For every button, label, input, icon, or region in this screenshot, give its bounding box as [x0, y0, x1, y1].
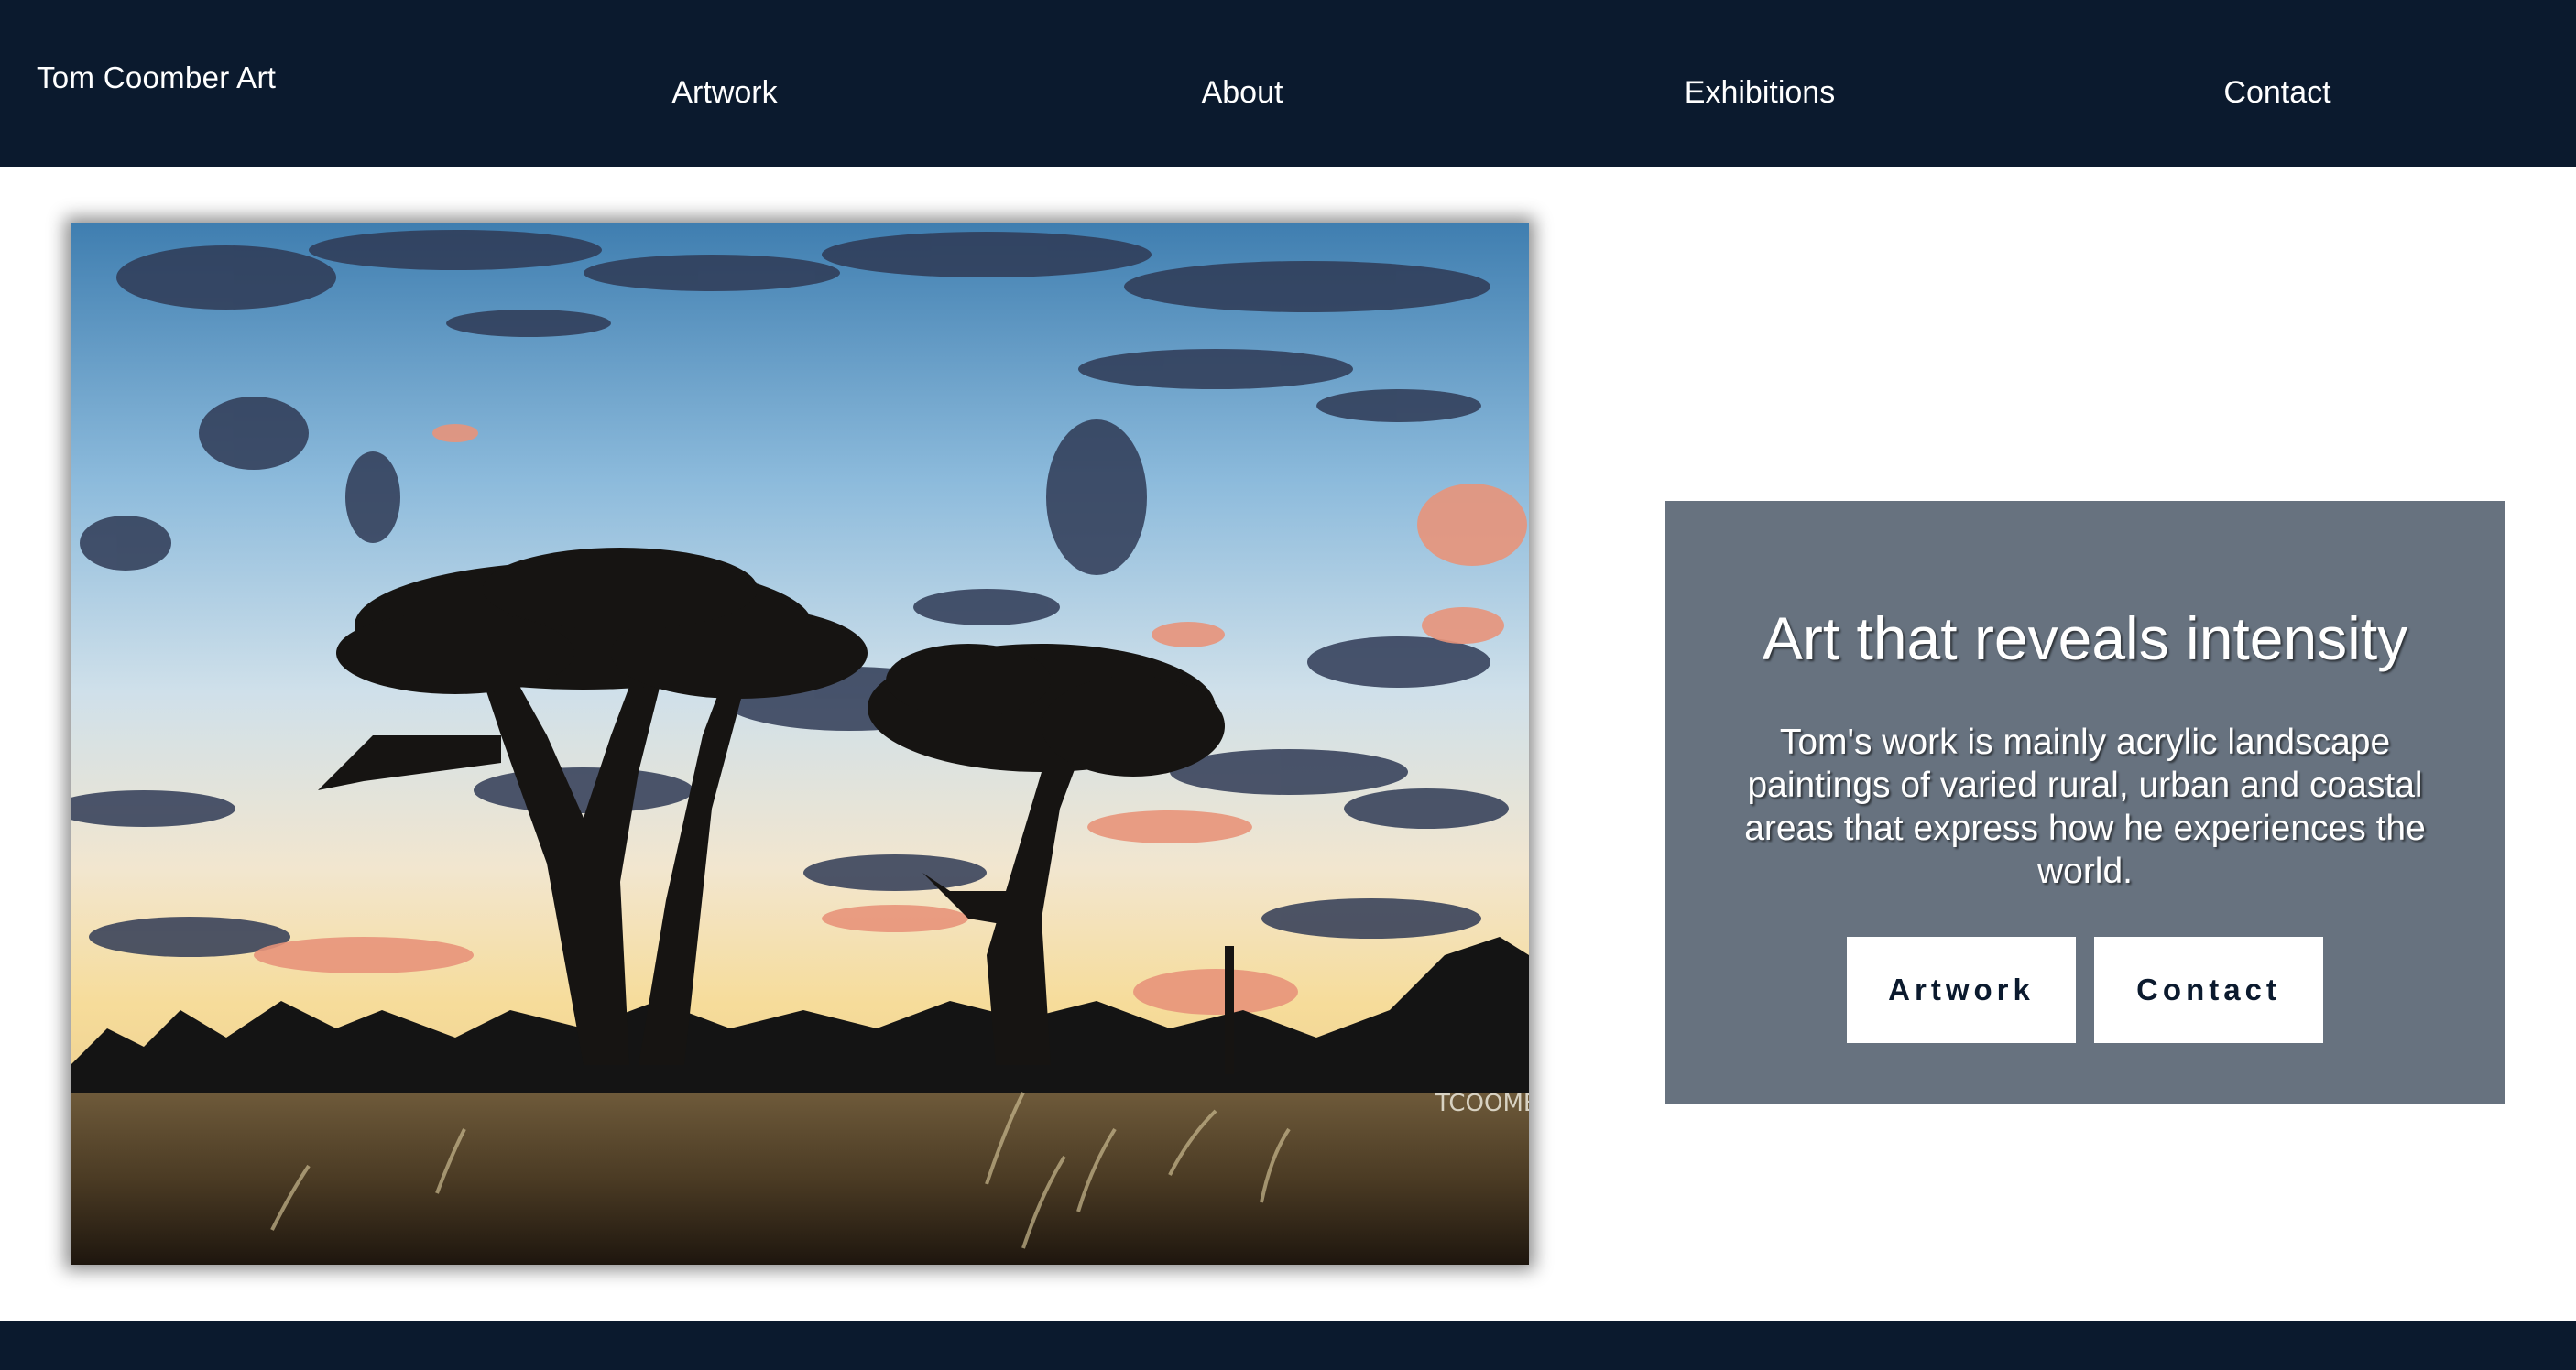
intro-panel: Art that reveals intensity Tom's work is…: [1665, 501, 2505, 1104]
artwork-button[interactable]: Artwork: [1847, 937, 2076, 1043]
intro-description: Tom's work is mainly acrylic landscape p…: [1744, 723, 2426, 891]
site-logo[interactable]: Tom Coomber Art: [37, 60, 276, 95]
nav-contact[interactable]: Contact: [2223, 75, 2330, 111]
contact-button[interactable]: Contact: [2094, 937, 2323, 1043]
nav-about[interactable]: About: [1202, 75, 1283, 111]
painting-image: TCOOMBER: [71, 223, 1529, 1265]
intro-title: Art that reveals intensity: [1762, 604, 2408, 672]
nav-exhibitions[interactable]: Exhibitions: [1685, 75, 1835, 111]
painting-signature: TCOOMBER: [1435, 1090, 1529, 1117]
hero-painting: TCOOMBER: [71, 223, 1529, 1265]
nav-artwork[interactable]: Artwork: [671, 75, 777, 111]
site-header: Tom Coomber Art Artwork About Exhibition…: [0, 0, 2576, 167]
site-footer: [0, 1321, 2576, 1370]
